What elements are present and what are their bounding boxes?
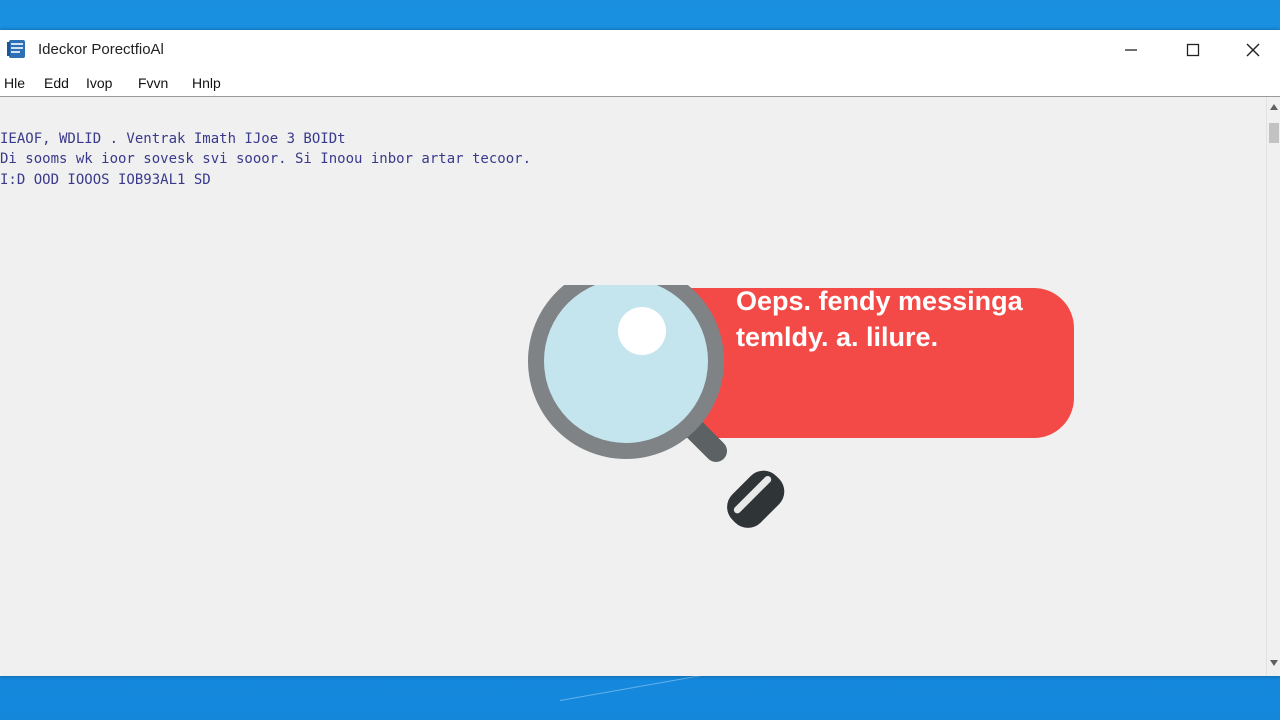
close-button[interactable] — [1226, 30, 1280, 70]
menu-edit[interactable]: Edd — [44, 75, 69, 91]
text-line: IEAOF, WDLID . Ventrak Imath IJoe 3 BOID… — [0, 131, 346, 147]
maximize-icon — [1186, 43, 1200, 57]
magnifying-glass-icon — [528, 285, 785, 528]
text-line: Di sooms wk ioor sovesk svi sooor. Si In… — [0, 151, 532, 167]
menu-help[interactable]: Hnlp — [192, 75, 221, 91]
desktop-background: Ideckor PorectfioAl Hle Edd Ivop Fvvn Hn… — [0, 0, 1280, 720]
menu-format[interactable]: Ivop — [86, 75, 112, 91]
scrollbar-thumb[interactable] — [1269, 123, 1279, 143]
menu-bar: Hle Edd Ivop Fvvn Hnlp — [0, 70, 1280, 97]
close-icon — [1246, 43, 1260, 57]
vertical-scrollbar[interactable] — [1266, 97, 1280, 676]
scroll-up-arrow-icon[interactable] — [1267, 101, 1280, 113]
menu-view[interactable]: Fvvn — [138, 75, 168, 91]
app-window: Ideckor PorectfioAl Hle Edd Ivop Fvvn Hn… — [0, 30, 1280, 676]
minimize-button[interactable] — [1100, 30, 1162, 70]
menu-file[interactable]: Hle — [4, 75, 25, 91]
title-bar[interactable]: Ideckor PorectfioAl — [0, 30, 1280, 70]
maximize-button[interactable] — [1162, 30, 1224, 70]
scroll-down-arrow-icon[interactable] — [1267, 657, 1280, 669]
minimize-icon — [1125, 49, 1137, 51]
notepad-app-icon — [6, 38, 28, 60]
text-line: I:D OOD IOOOS IOB93AL1 SD — [0, 172, 211, 188]
window-title: Ideckor PorectfioAl — [38, 41, 164, 58]
